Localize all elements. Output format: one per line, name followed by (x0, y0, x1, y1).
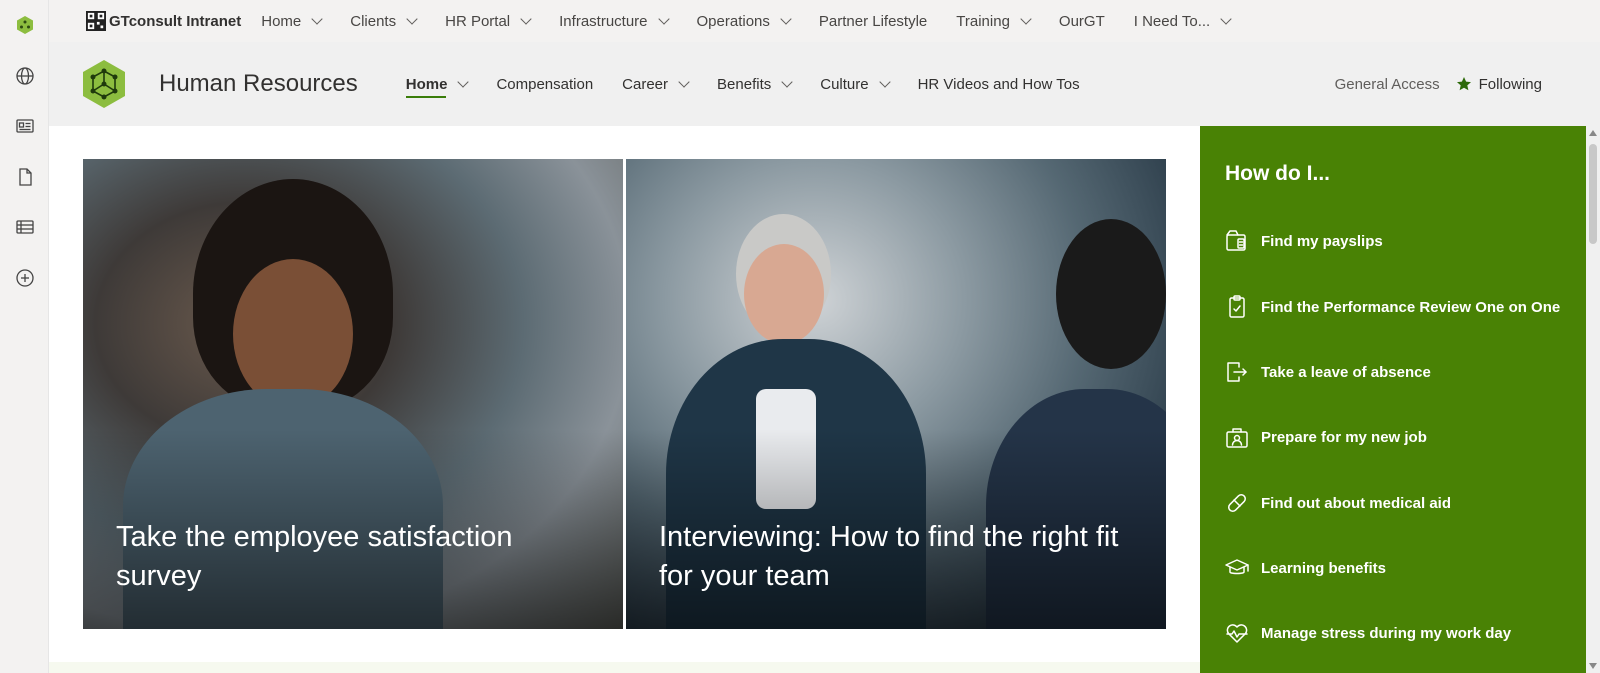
hub-nav-ourgt[interactable]: OurGT (1059, 13, 1105, 30)
hub-nav-label: Home (261, 12, 302, 30)
how-do-i-link-label: Take a leave of absence (1261, 363, 1431, 381)
hub-nav-home[interactable]: Home (261, 12, 323, 30)
chevron-down-icon (1020, 13, 1032, 25)
clipboard-icon (1229, 295, 1245, 318)
chevron-down-icon (781, 76, 793, 88)
site-nav-hr-videos-and-how-tos[interactable]: HR Videos and How Tos (918, 42, 1080, 126)
section-divider (49, 662, 1200, 673)
how-do-i-link-label: Find my payslips (1261, 232, 1383, 250)
site-title[interactable]: Human Resources (159, 70, 358, 98)
hero-caption: Take the employee satisfaction survey (116, 521, 513, 592)
hub-title[interactable]: GTconsult Intranet (109, 13, 241, 30)
chevron-down-icon (1220, 13, 1232, 25)
chevron-down-icon (657, 13, 670, 25)
create-icon[interactable] (12, 265, 38, 291)
site-nav-label: Benefits (717, 75, 772, 93)
pill-icon (1228, 494, 1246, 512)
lists-icon[interactable] (12, 214, 38, 240)
hub-navigation: GTconsult Intranet Home Clients HR Portal I… (49, 0, 1600, 42)
hub-nav-i-need-to[interactable]: I Need To... (1133, 12, 1232, 30)
how-do-i-link-label: Prepare for my new job (1261, 428, 1427, 446)
payslip-icon (1226, 230, 1246, 251)
how-do-i-link-label: Manage stress during my work day (1261, 624, 1512, 642)
hub-nav-operations[interactable]: Operations (696, 12, 792, 30)
how-do-i-link-prepare-for-my-new-job[interactable]: Prepare for my new job (1224, 424, 1427, 450)
general-access-label: General Access (1334, 75, 1440, 93)
hub-logo-icon[interactable] (86, 11, 106, 31)
how-do-i-link-label: Find out about medical aid (1261, 494, 1452, 512)
star-icon (1456, 77, 1471, 91)
how-do-i-link-find-the-performance-review-one-on-one[interactable]: Find the Performance Review One on One (1224, 294, 1560, 320)
scroll-up-arrow[interactable] (1589, 130, 1597, 136)
chevron-down-icon (780, 13, 792, 25)
heartbeat-icon (1226, 624, 1248, 643)
how-do-i-link-learning-benefits[interactable]: Learning benefits (1224, 555, 1386, 581)
hub-nav-hr-portal[interactable]: HR Portal (445, 12, 532, 30)
hub-nav-label: Operations (696, 12, 770, 30)
how-do-i-link-label: Find the Performance Review One on One (1261, 298, 1561, 316)
hero-caption: Interviewing: How to find the right fit … (659, 521, 1119, 592)
main-content: Take the employee satisfaction survey In… (49, 126, 1200, 673)
hero-tile-interviewing[interactable]: Interviewing: How to find the right fit … (626, 159, 1166, 629)
site-nav-label: Home (405, 75, 448, 93)
site-nav-label: Career (622, 75, 669, 93)
site-nav-home[interactable]: Home (405, 42, 470, 126)
hub-nav-label: Clients (350, 12, 397, 30)
site-nav-career[interactable]: Career (622, 42, 690, 126)
site-nav-label: Culture (820, 75, 869, 93)
site-nav-label: Compensation (496, 75, 594, 93)
hub-nav-label: Infrastructure (559, 12, 648, 30)
how-do-i-panel: How do I... Find my payslips Find the Per… (1200, 126, 1586, 673)
how-do-i-link-label: Learning benefits (1261, 559, 1387, 577)
scrollbar-thumb[interactable] (1589, 144, 1597, 244)
news-icon[interactable] (12, 113, 38, 139)
hub-nav-infrastructure[interactable]: Infrastructure (559, 12, 670, 30)
how-do-i-link-find-my-payslips[interactable]: Find my payslips (1224, 228, 1383, 254)
hub-nav-label: I Need To... (1133, 12, 1211, 30)
new-job-icon (1226, 428, 1248, 448)
following-button[interactable]: Following (1456, 76, 1542, 93)
hub-nav-clients[interactable]: Clients (350, 12, 418, 30)
chevron-down-icon (878, 76, 891, 88)
site-navigation: Home Compensation Career Benefits Culture HR … (405, 42, 1109, 126)
how-do-i-title: How do I... (1225, 162, 1330, 185)
site-nav-label: HR Videos and How Tos (917, 75, 1080, 93)
hero-tile-survey[interactable]: Take the employee satisfaction survey (83, 159, 623, 629)
hub-nav-training[interactable]: Training (956, 12, 1032, 30)
app-rail (0, 0, 49, 673)
hub-nav-label: HR Portal (445, 12, 511, 30)
chevron-down-icon (678, 76, 690, 88)
how-do-i-link-take-a-leave-of-absence[interactable]: Take a leave of absence (1224, 359, 1431, 385)
chevron-down-icon (311, 13, 323, 25)
hub-nav-label: Training (956, 12, 1010, 30)
leave-icon (1227, 362, 1247, 382)
hero-webpart: Take the employee satisfaction survey In… (83, 159, 1166, 629)
site-nav-culture[interactable]: Culture (820, 42, 891, 126)
site-logo-icon[interactable] (82, 59, 126, 109)
following-label: Following (1478, 75, 1542, 93)
site-header: Human Resources Home Compensation Career Be… (49, 42, 1600, 126)
site-nav-benefits[interactable]: Benefits (717, 42, 793, 126)
hub-nav-label: Partner Lifestyle (818, 12, 928, 30)
chevron-down-icon (406, 13, 418, 25)
how-do-i-link-manage-stress-during-my-work-day[interactable]: Manage stress during my work day (1224, 620, 1511, 646)
chevron-down-icon (457, 76, 470, 88)
document-icon[interactable] (12, 164, 38, 190)
graduation-cap-icon (1225, 559, 1249, 575)
chevron-down-icon (520, 13, 532, 25)
hub-nav-partner-lifestyle[interactable]: Partner Lifestyle (819, 13, 927, 30)
globe-icon[interactable] (12, 63, 38, 89)
site-nav-compensation[interactable]: Compensation (496, 42, 593, 126)
hub-nav-label: OurGT (1058, 12, 1105, 30)
how-do-i-link-find-out-about-medical-aid[interactable]: Find out about medical aid (1224, 490, 1451, 516)
home-logo-icon[interactable] (12, 12, 38, 38)
scrollbar[interactable] (1586, 126, 1600, 673)
scroll-down-arrow[interactable] (1589, 663, 1597, 669)
